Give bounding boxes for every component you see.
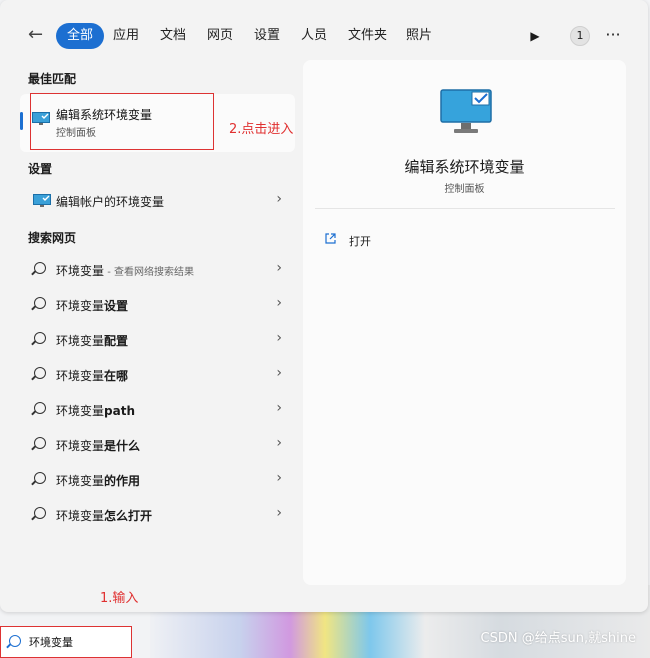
selection-accent [20,112,23,130]
back-arrow-icon[interactable]: ← [28,22,52,50]
web-result-suffix: 的作用 [104,474,141,488]
web-result-item[interactable]: 环境变量设置 › [22,289,292,321]
search-icon [9,635,21,647]
web-result-prefix: 环境变量 [56,474,105,488]
tab-photos[interactable]: 照片 [398,23,440,49]
tab-people[interactable]: 人员 [293,23,335,49]
web-result-suffix: 是什么 [104,439,141,453]
web-result-item[interactable]: 环境变量的作用 › [22,464,292,496]
best-match-heading: 最佳匹配 [28,72,77,86]
open-action[interactable]: 打开 [325,230,445,252]
search-icon [34,507,46,519]
search-input[interactable] [27,631,131,653]
open-external-icon [325,233,336,244]
monitor-icon [33,194,51,207]
web-result-prefix: 环境变量 [56,264,105,278]
web-result-prefix: 环境变量 [56,404,105,418]
web-result-item[interactable]: 环境变量是什么 › [22,429,292,461]
annotation-box-best-match [30,93,214,150]
annotation-step1: 1.输入 [100,591,139,606]
settings-item-label: 编辑帐户的环境变量 [56,195,165,209]
chevron-right-icon: › [276,191,282,207]
web-result-suffix: 配置 [104,334,129,348]
chevron-right-icon: › [276,365,282,381]
web-result-suffix: 怎么打开 [104,509,153,523]
web-result-hint: - 查看网络搜索结果 [104,267,194,278]
preview-subtitle: 控制面板 [444,184,485,195]
web-result-prefix: 环境变量 [56,369,105,383]
rewards-badge[interactable]: 1 [570,26,590,46]
web-result-prefix: 环境变量 [56,509,105,523]
settings-item[interactable]: 编辑帐户的环境变量 › [22,185,292,217]
settings-heading: 设置 [28,162,53,176]
search-icon [34,437,46,449]
search-icon [34,472,46,484]
search-icon [34,297,46,309]
chevron-right-icon: › [276,505,282,521]
search-icon [34,402,46,414]
preview-title: 编辑系统环境变量 [404,158,525,176]
web-result-prefix: 环境变量 [56,299,105,313]
chevron-right-icon: › [276,295,282,311]
web-result-suffix: path [104,404,135,418]
tab-web[interactable]: 网页 [199,23,241,49]
web-search-heading: 搜索网页 [28,231,77,245]
search-icon [34,262,46,274]
filter-bar: ← 全部 应用 文档 网页 设置 人员 文件夹 照片 ▶ 1 ··· [0,22,648,50]
open-label: 打开 [349,235,371,248]
more-options-icon[interactable]: ··· [603,22,623,50]
web-result-item[interactable]: 环境变量path › [22,394,292,426]
tab-folders[interactable]: 文件夹 [340,23,395,49]
chevron-right-icon: › [276,435,282,451]
web-result-prefix: 环境变量 [56,439,105,453]
annotation-step2: 2.点击进入 [229,122,294,137]
web-result-suffix: 设置 [104,299,129,313]
chevron-right-icon: › [276,260,282,276]
web-result-suffix: 在哪 [104,369,129,383]
chevron-right-icon: › [276,330,282,346]
tab-settings[interactable]: 设置 [246,23,288,49]
tab-documents[interactable]: 文档 [152,23,194,49]
start-search-panel: ← 全部 应用 文档 网页 设置 人员 文件夹 照片 ▶ 1 ··· 最佳匹配 … [0,0,648,612]
web-result-item[interactable]: 环境变量配置 › [22,324,292,356]
preview-pane: 编辑系统环境变量 控制面板 打开 [303,60,626,585]
web-result-item[interactable]: 环境变量 - 查看网络搜索结果 › [22,254,292,286]
tab-apps[interactable]: 应用 [105,23,147,49]
divider [315,208,615,209]
chevron-right-icon: › [276,400,282,416]
play-icon[interactable]: ▶ [527,23,543,49]
tab-all[interactable]: 全部 [56,23,105,49]
taskbar-search-box[interactable] [0,626,132,658]
search-icon [34,367,46,379]
monitor-icon [440,89,492,133]
web-result-prefix: 环境变量 [56,334,105,348]
web-result-item[interactable]: 环境变量在哪 › [22,359,292,391]
watermark: CSDN @给点sun,就shine [480,631,636,646]
web-result-item[interactable]: 环境变量怎么打开 › [22,499,292,531]
chevron-right-icon: › [276,470,282,486]
search-icon [34,332,46,344]
